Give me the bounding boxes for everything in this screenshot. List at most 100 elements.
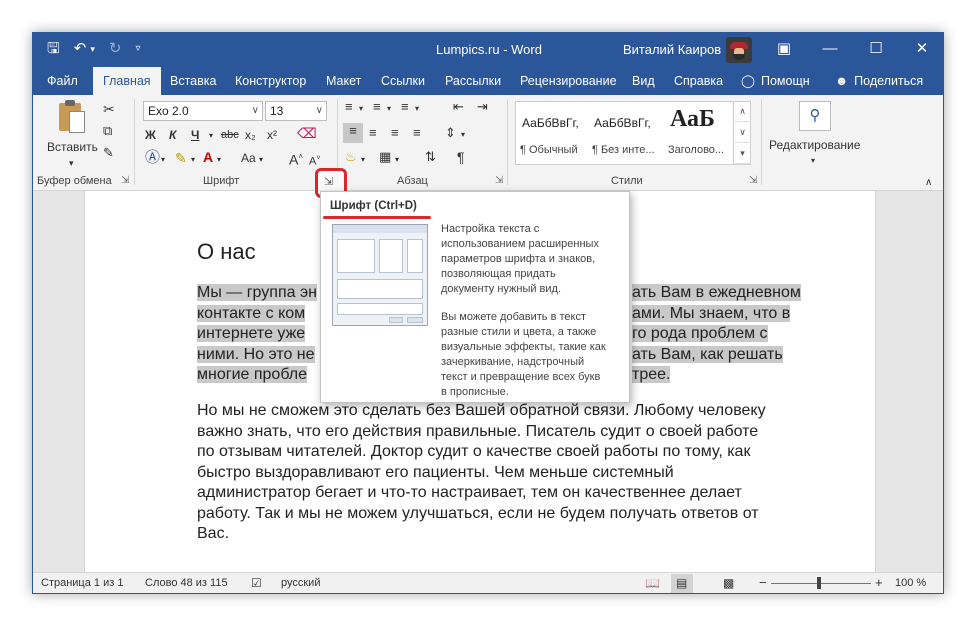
para1-line: Мы — группа эн — [197, 284, 317, 301]
tab-design[interactable]: Конструктор — [235, 67, 306, 95]
tab-insert[interactable]: Вставка — [170, 67, 216, 95]
zoom-slider-track[interactable] — [771, 583, 871, 584]
tab-home[interactable]: Главная — [93, 67, 161, 95]
web-layout-icon[interactable]: ▩ — [723, 576, 734, 590]
word-count[interactable]: Слово 48 из 115 — [145, 577, 228, 589]
text-effects-icon[interactable]: Ⓐ — [145, 150, 160, 166]
show-formatting-icon[interactable]: ¶ — [457, 149, 465, 165]
tab-mailings[interactable]: Рассылки — [445, 67, 501, 95]
zoom-level[interactable]: 100 % — [895, 577, 926, 589]
grow-font-icon[interactable]: A˄ — [289, 149, 303, 168]
style-normal[interactable]: АаБбВвГг, ¶ Обычный — [516, 102, 588, 164]
align-center-button[interactable]: ≡ — [369, 125, 377, 141]
paragraph-launcher-icon[interactable]: ⇲ — [495, 175, 503, 186]
cut-icon[interactable]: ✂ — [103, 101, 115, 117]
tab-references[interactable]: Ссылки — [381, 67, 425, 95]
language-indicator[interactable]: русский — [281, 577, 320, 589]
font-color-dropdown-icon[interactable]: ▾ — [217, 152, 221, 168]
user-name[interactable]: Виталий Каиров — [623, 42, 721, 57]
change-case-dropdown-icon[interactable]: ▾ — [259, 152, 263, 168]
line-spacing-dropdown-icon[interactable]: ▾ — [461, 127, 465, 143]
multilevel-list-icon[interactable]: ≡ — [401, 99, 409, 115]
justify-button[interactable]: ≡ — [413, 125, 421, 141]
subscript-button[interactable]: x₂ — [245, 127, 256, 143]
font-name-select[interactable]: Exo 2.0 ∨ — [143, 101, 263, 121]
shading-icon[interactable]: ♨ — [345, 149, 357, 165]
ribbon-display-options-icon[interactable]: ▣ — [761, 33, 807, 67]
increase-indent-icon[interactable]: ⇥ — [477, 99, 488, 115]
bullets-icon[interactable]: ≡ — [345, 99, 353, 115]
tab-review[interactable]: Рецензирование — [520, 67, 617, 95]
font-group-label: Шрифт — [203, 175, 240, 187]
paste-icon[interactable] — [57, 99, 89, 137]
copy-icon[interactable]: ⧉ — [103, 123, 112, 139]
zoom-slider-thumb[interactable] — [817, 577, 821, 589]
shading-dropdown-icon[interactable]: ▾ — [361, 152, 365, 168]
font-size-select[interactable]: 13 ∨ — [265, 101, 327, 121]
multilevel-dropdown-icon[interactable]: ▾ — [415, 101, 419, 117]
gallery-down-icon[interactable]: ∨ — [734, 122, 751, 143]
italic-button[interactable]: К — [169, 127, 176, 143]
borders-icon[interactable]: ▦ — [379, 149, 391, 165]
tab-help[interactable]: Справка — [674, 67, 723, 95]
align-left-button[interactable]: ≡ — [343, 123, 363, 143]
para1-line: трее. — [632, 366, 671, 383]
title-bar: 🖫 ↶ ▾ ↻ ▿ Lumpics.ru - Word Виталий Каир… — [33, 33, 943, 67]
minimize-icon[interactable]: — — [807, 33, 853, 67]
style-no-spacing[interactable]: АаБбВвГг, ¶ Без инте... — [590, 102, 662, 164]
tab-view[interactable]: Вид — [632, 67, 655, 95]
collapse-ribbon-icon[interactable]: ∧ — [925, 175, 932, 191]
avatar[interactable] — [726, 37, 752, 63]
gallery-up-icon[interactable]: ∧ — [734, 101, 751, 122]
style-heading[interactable]: АаБ Заголово... — [664, 102, 734, 164]
para1-line: го рода проблем с — [632, 325, 768, 342]
bullets-dropdown-icon[interactable]: ▾ — [359, 101, 363, 117]
paste-dropdown-icon[interactable]: ▾ — [69, 155, 74, 171]
clipboard-launcher-icon[interactable]: ⇲ — [121, 175, 129, 186]
para2-line: работу. Так и мы не можем улучшаться, ес… — [197, 504, 759, 522]
gallery-more-icon[interactable]: ▾ — [734, 143, 751, 164]
lightbulb-icon: ◯ — [741, 74, 755, 88]
line-spacing-icon[interactable]: ⇕ — [445, 125, 456, 141]
clear-formatting-icon[interactable]: ⌫ — [297, 125, 317, 141]
search-icon[interactable]: ⚲ — [799, 101, 831, 131]
zoom-out-button[interactable]: − — [759, 575, 767, 590]
tab-layout[interactable]: Макет — [326, 67, 361, 95]
read-mode-icon[interactable]: 📖 — [645, 576, 660, 590]
shrink-font-icon[interactable]: A˅ — [309, 151, 320, 170]
text-effects-dropdown-icon[interactable]: ▾ — [161, 152, 165, 168]
bold-button[interactable]: Ж — [145, 127, 156, 143]
close-icon[interactable]: ✕ — [899, 33, 943, 67]
tab-file[interactable]: Файл — [47, 67, 78, 95]
numbering-icon[interactable]: ≡ — [373, 99, 381, 115]
editing-button[interactable]: Редактирование — [769, 137, 860, 153]
borders-dropdown-icon[interactable]: ▾ — [395, 152, 399, 168]
numbering-dropdown-icon[interactable]: ▾ — [387, 101, 391, 117]
zoom-in-button[interactable]: + — [875, 575, 883, 590]
proofing-icon[interactable]: ☑ — [251, 576, 262, 590]
font-color-icon[interactable]: A — [203, 149, 213, 165]
print-layout-icon[interactable]: ▤ — [676, 576, 687, 590]
strikethrough-button[interactable]: abc — [221, 127, 239, 143]
editing-dropdown-icon[interactable]: ▾ — [811, 153, 815, 169]
para1-line: ать Вам в ежедневном — [632, 284, 801, 301]
underline-dropdown-icon[interactable]: ▾ — [209, 128, 213, 144]
underline-button[interactable]: Ч — [191, 127, 199, 143]
tab-tell-me[interactable]: ◯ Помощн — [741, 67, 810, 95]
paste-button[interactable]: Вставить — [47, 139, 98, 155]
superscript-button[interactable]: x² — [267, 127, 277, 143]
align-right-button[interactable]: ≡ — [391, 125, 399, 141]
para2-line: быстро выздоравливают его пациенты. Чем … — [197, 463, 674, 481]
share-button[interactable]: ☻ Поделиться — [835, 67, 923, 95]
maximize-icon[interactable]: ☐ — [853, 33, 899, 67]
highlight-dropdown-icon[interactable]: ▾ — [191, 152, 195, 168]
format-painter-icon[interactable]: ✎ — [103, 145, 114, 161]
styles-launcher-icon[interactable]: ⇲ — [749, 175, 757, 186]
change-case-button[interactable]: Aa — [241, 150, 256, 166]
decrease-indent-icon[interactable]: ⇤ — [453, 99, 464, 115]
page-count[interactable]: Страница 1 из 1 — [41, 577, 123, 589]
paragraph-1-right: ать Вам в ежедневном ами. Мы знаем, что … — [632, 283, 832, 386]
font-tooltip: Шрифт (Ctrl+D) Настройка текста с исполь… — [320, 191, 630, 403]
highlight-color-icon[interactable]: ✎ — [175, 150, 187, 166]
sort-icon[interactable]: ⇅ — [425, 149, 436, 165]
